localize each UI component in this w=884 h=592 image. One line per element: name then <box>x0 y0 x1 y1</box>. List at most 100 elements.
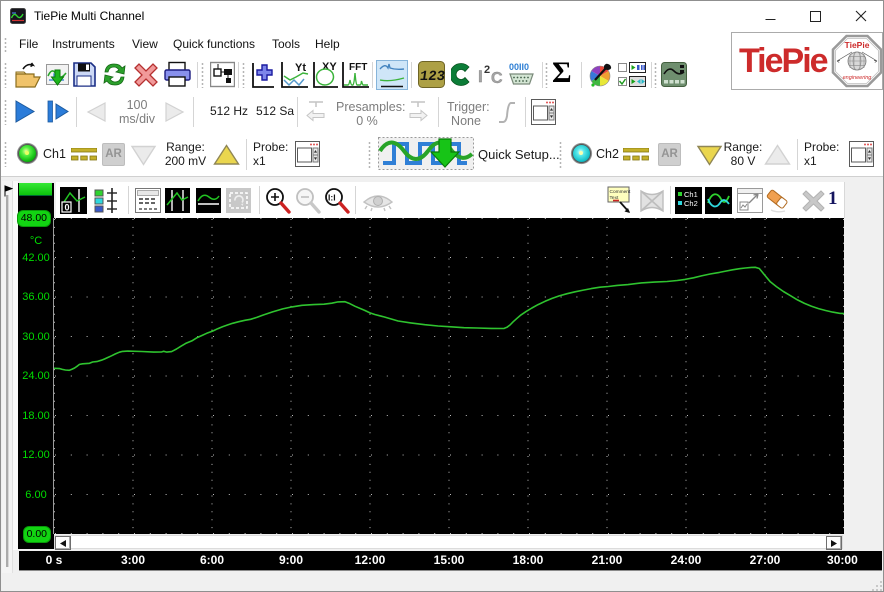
color-picker-icon[interactable] <box>589 62 613 88</box>
player-list-icon[interactable] <box>618 62 646 88</box>
open-icon[interactable] <box>13 62 42 88</box>
save-icon[interactable] <box>72 61 97 88</box>
active-graph-button[interactable] <box>376 60 408 90</box>
comment-icon-text1: Comment <box>610 189 631 195</box>
ch2-probe-block: Probe: x1 <box>804 140 839 168</box>
meter-123-icon[interactable]: 123 <box>418 61 445 88</box>
ch2-autorange-button[interactable]: AR <box>658 143 681 166</box>
y-axis-tick-label: 6.00 <box>25 489 47 501</box>
delete-icon[interactable] <box>132 61 160 88</box>
legend-icon[interactable]: Ch1 Ch2 <box>675 187 702 214</box>
ch2-led[interactable] <box>570 142 593 165</box>
start-button[interactable] <box>14 100 36 123</box>
ch1-range-down-button[interactable] <box>130 145 157 166</box>
fft-icon-text: FFT <box>349 62 367 73</box>
ch2-settings-button[interactable] <box>849 141 874 167</box>
x-axis-tick-label: 27:00 <box>749 553 781 567</box>
resize-grip[interactable] <box>872 581 883 592</box>
presamples-decrease-button[interactable] <box>305 99 327 125</box>
comment-icon[interactable]: Comment Text <box>607 186 637 215</box>
capacitance-icon[interactable] <box>451 61 471 88</box>
zoom-selection-icon[interactable] <box>226 188 251 213</box>
graph-xy-icon[interactable]: XY <box>312 60 339 89</box>
menu-item-help[interactable]: Help <box>315 31 340 58</box>
separator <box>411 62 412 88</box>
trigger-slope-icon <box>499 102 515 123</box>
plot-area[interactable] <box>53 218 844 534</box>
y-axis-max-label: 48.00 <box>16 210 51 227</box>
quick-setup-icon[interactable] <box>378 137 474 170</box>
marker-gutter-groove <box>6 195 9 567</box>
maximize-button[interactable] <box>793 1 838 31</box>
vertical-markers-icon[interactable] <box>165 188 190 213</box>
object-tree-icon[interactable] <box>210 61 235 88</box>
zoom-in-icon[interactable] <box>264 187 291 214</box>
graph-yt-icon[interactable]: Yt <box>280 60 309 89</box>
x-axis-tick-label: 0 s <box>45 553 63 567</box>
time-scrollbar[interactable] <box>54 535 843 550</box>
ch2-probe-value: x1 <box>804 154 817 168</box>
separator <box>128 186 129 214</box>
legend-ch2-text: Ch2 <box>684 199 698 208</box>
refresh-icon[interactable] <box>100 61 129 88</box>
ch2-range-down-button[interactable] <box>696 145 723 166</box>
zoom-out-icon[interactable] <box>294 187 321 214</box>
time-axis[interactable]: 0 s 3:00 6:00 9:00 12:00 15:00 18:00 21:00 24:00… <box>19 551 882 571</box>
app-icon <box>10 8 26 24</box>
menu-item-instruments[interactable]: Instruments <box>52 31 115 58</box>
ch2-coupling-icon[interactable] <box>623 148 649 161</box>
timebase-decrease-button[interactable] <box>86 102 107 122</box>
close-page-icon[interactable] <box>800 188 827 213</box>
presamples-label: Presamples: <box>336 100 406 114</box>
ch1-settings-button[interactable] <box>295 141 320 167</box>
axis-offset-handle[interactable] <box>19 183 52 196</box>
graph-thumbnail-icon[interactable] <box>705 187 732 214</box>
sigma-icon[interactable]: Σ <box>552 56 572 90</box>
graph-toolbar: 0 I:I Comment Text Ch1 Ch2 1 <box>56 182 845 218</box>
trigger-settings-button[interactable] <box>531 99 556 125</box>
print-icon[interactable] <box>163 61 192 88</box>
export-window-icon[interactable] <box>737 188 763 213</box>
menu-bar: File Instruments View Quick functions Tools H… <box>1 31 731 58</box>
scroll-right-button[interactable] <box>826 536 842 550</box>
load-setting-icon[interactable] <box>45 63 70 88</box>
toolbar-gripper <box>4 62 7 88</box>
brand-logo-panel: TiePie TiePie engineering <box>731 32 883 90</box>
visibility-eye-icon[interactable] <box>362 190 394 212</box>
serial-protocol-icon[interactable]: 00II0 <box>508 61 535 88</box>
ch1-autorange-button[interactable]: AR <box>102 143 125 166</box>
marker-gutter[interactable] <box>2 181 13 573</box>
channel-offsets-icon[interactable] <box>94 187 121 214</box>
horizontal-marker-icon[interactable] <box>196 188 221 213</box>
value-axis[interactable]: 48.00 °C 42.00 36.00 30.00 24.00 18.00 12.00 6.0… <box>16 183 54 549</box>
presamples-increase-button[interactable] <box>407 99 429 125</box>
menu-item-quick-functions[interactable]: Quick functions <box>173 31 255 58</box>
oneshot-button[interactable] <box>47 100 69 123</box>
i2c-icon[interactable]: I 2 C <box>478 61 506 88</box>
title-bar: TiePie Multi Channel <box>1 1 883 31</box>
eraser-icon[interactable] <box>765 188 793 213</box>
quick-setup-label[interactable]: Quick Setup... <box>478 147 560 162</box>
instrument-scope-icon[interactable] <box>661 62 687 87</box>
close-button[interactable] <box>838 1 883 31</box>
value-table-icon[interactable] <box>135 188 161 213</box>
menu-item-view[interactable]: View <box>132 31 158 58</box>
ch2-range-up-button[interactable] <box>764 144 791 166</box>
graph-fft-icon[interactable]: FFT <box>341 60 370 89</box>
toolbar-gripper <box>4 99 7 125</box>
graph-panel: 48.00 °C 42.00 36.00 30.00 24.00 18.00 12.00 6.0… <box>1 177 883 591</box>
ch1-led[interactable] <box>16 142 39 165</box>
marker-flag-icon[interactable] <box>3 185 13 197</box>
envelope-icon[interactable] <box>639 189 666 213</box>
scroll-left-button[interactable] <box>55 536 71 550</box>
add-graph-icon[interactable] <box>251 61 275 89</box>
menu-item-tools[interactable]: Tools <box>272 31 300 58</box>
ch1-range-up-button[interactable] <box>213 144 240 166</box>
separator <box>542 62 543 88</box>
zoom-reset-icon[interactable]: I:I <box>323 187 350 214</box>
axis-zero-icon[interactable]: 0 <box>60 187 87 214</box>
minimize-button[interactable] <box>748 1 793 31</box>
ch1-coupling-icon[interactable] <box>71 148 97 161</box>
timebase-increase-button[interactable] <box>164 102 185 122</box>
menu-item-file[interactable]: File <box>19 31 38 58</box>
